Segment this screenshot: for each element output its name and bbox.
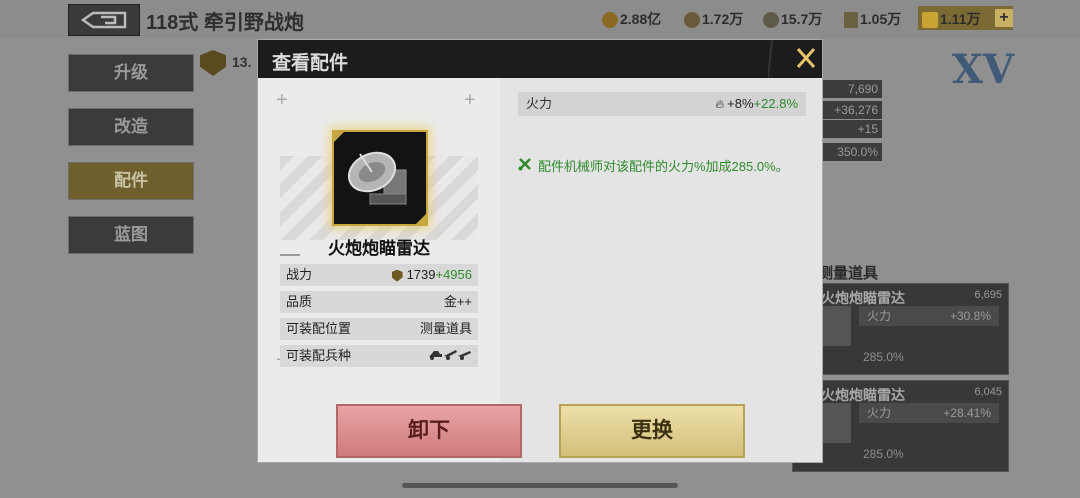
artillery-icon [429,350,471,360]
resource-gold: 1.11万 [922,8,980,30]
card-name: 火炮炮瞄雷达 [821,290,905,306]
food-icon [684,12,700,29]
accessory-tab[interactable]: 配件 [68,162,194,200]
slot-row: 可装配位置 测量道具 [280,318,478,340]
corner-plus-icon: + [276,89,288,111]
wrench-icon [844,12,858,29]
stat-power: 7,690 [818,80,882,98]
flame-icon: 🔥︎ [715,97,725,111]
slot-title: 测量道具 [818,265,879,282]
power-shield-icon [391,269,403,282]
unit-type-icons [428,345,472,367]
card-power: 6,045 [974,386,1002,398]
unit-type-row: 可装配兵种 [280,345,478,367]
home-indicator [402,483,678,488]
accessory-card[interactable]: 火炮炮瞄雷达 6,045 火力 +28.41% 285.0% [792,380,1009,472]
battle-power-value: 13. [232,54,252,70]
stat-hp: +36,276 [818,101,882,119]
close-button[interactable] [767,39,822,79]
divider [280,254,300,256]
card-name: 火炮炮瞄雷达 [821,387,905,403]
back-arrow-icon [81,11,127,29]
card-image [819,403,851,443]
modify-tab[interactable]: 改造 [68,108,194,146]
resource-3: 15.7万 [763,8,822,30]
accessory-card[interactable]: 火炮炮瞄雷达 6,695 火力 +30.8% 285.0% [792,283,1009,375]
card-power: 6,695 [974,289,1002,301]
corner-plus-icon: + [464,89,476,111]
card-bonus: 285.0% [863,447,904,461]
card-bonus: 285.0% [863,350,904,364]
stat-extra: +15 [818,120,882,138]
blueprint-tab[interactable]: 蓝图 [68,216,194,254]
replace-button[interactable]: 更换 [559,404,745,458]
resource-4: 1.05万 [844,8,901,30]
close-icon [767,39,816,79]
item-icon-frame [332,130,428,226]
gear-icon [763,12,779,29]
mechanic-bonus: 配件机械师对该配件的火力%加成285.0%。 [518,156,789,175]
gold-bar-icon [922,12,938,29]
card-stat-row: 火力 +30.8% [859,306,999,326]
rank-emblem-icon [200,50,226,76]
card-image [819,306,851,346]
stat-panel: 火力 🔥︎ +8%+22.8% 配件机械师对该配件的火力%加成285.0%。 [510,78,822,378]
quality-row: 品质 金++ [280,291,478,313]
resource-2: 1.72万 [684,8,743,30]
view-accessory-dialog: 查看配件 + + + + 火炮炮瞄雷达 [258,39,822,462]
stat-percent: 350.0% [818,143,882,161]
resource-1: 2.88亿 [602,8,661,30]
rank-badge: XV [952,46,1015,93]
coin-icon [602,12,618,29]
power-row: 战力 1739+4956 [280,264,478,286]
page-title: 118式 牵引野战炮 [146,12,304,34]
firepower-row: 火力 🔥︎ +8%+22.8% [518,92,806,116]
upgrade-tab[interactable]: 升级 [68,54,194,92]
card-stat-row: 火力 +28.41% [859,403,999,423]
dialog-header: 查看配件 [258,39,822,79]
add-gold-button[interactable]: + [995,9,1013,27]
radar-dish-icon [334,132,426,224]
back-button[interactable] [68,4,140,36]
tools-icon [518,157,532,174]
unequip-button[interactable]: 卸下 [336,404,522,458]
dialog-title: 查看配件 [272,53,349,74]
